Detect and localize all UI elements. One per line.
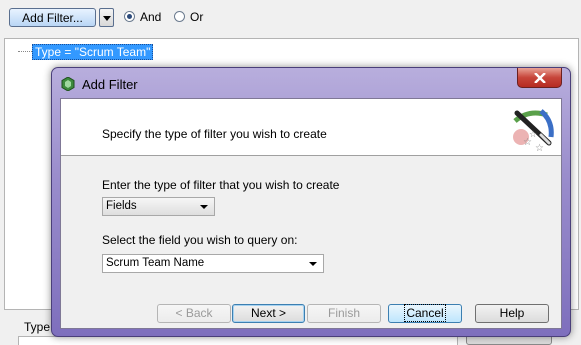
header-text: Specify the type of filter you wish to c… xyxy=(102,127,327,141)
add-filter-button[interactable]: Add Filter... xyxy=(9,8,96,27)
back-button[interactable]: < Back xyxy=(157,304,231,323)
svg-text:☆: ☆ xyxy=(529,130,537,140)
tree-connector xyxy=(18,51,32,52)
filter-type-label: Enter the type of filter that you wish t… xyxy=(102,178,340,192)
filter-type-value: Fields xyxy=(106,200,137,212)
close-button[interactable] xyxy=(517,68,562,88)
field-label: Select the field you wish to query on: xyxy=(102,233,298,247)
magic-wand-icon: ☆ ☆ ☆ xyxy=(513,109,554,153)
field-select[interactable]: Scrum Team Name xyxy=(102,254,324,273)
field-value: Scrum Team Name xyxy=(106,257,205,269)
add-filter-dialog: Add Filter Specify the type of filter yo… xyxy=(51,67,571,337)
finish-button[interactable]: Finish xyxy=(307,304,381,323)
filter-toolbar: Add Filter... And Or xyxy=(0,0,581,36)
dialog-title: Add Filter xyxy=(82,77,138,92)
next-button[interactable]: Next > xyxy=(232,304,305,323)
add-filter-dropdown-button[interactable] xyxy=(99,8,114,27)
or-radio[interactable] xyxy=(174,11,185,22)
and-radio-label[interactable]: And xyxy=(140,10,161,24)
tree-node-selected[interactable]: Type = "Scrum Team" xyxy=(32,44,154,60)
type-list[interactable] xyxy=(18,336,458,345)
chevron-down-icon xyxy=(309,262,317,266)
close-icon xyxy=(534,73,546,83)
filter-type-select[interactable]: Fields xyxy=(102,197,215,216)
or-radio-label[interactable]: Or xyxy=(190,10,203,24)
wizard-header: Specify the type of filter you wish to c… xyxy=(61,99,561,156)
cancel-button-label: Cancel xyxy=(404,304,446,322)
chevron-down-icon xyxy=(200,205,208,209)
dialog-title-bar[interactable]: Add Filter xyxy=(52,68,570,98)
dialog-content: Specify the type of filter you wish to c… xyxy=(60,98,562,329)
help-button[interactable]: Help xyxy=(475,304,549,323)
app-icon xyxy=(61,77,75,91)
svg-text:☆: ☆ xyxy=(535,143,544,153)
and-radio[interactable] xyxy=(124,11,135,22)
type-label: Type xyxy=(24,320,51,334)
cancel-button[interactable]: Cancel xyxy=(388,304,462,323)
